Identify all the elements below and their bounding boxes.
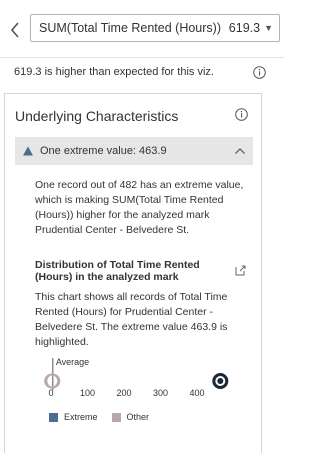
info-icon[interactable] bbox=[253, 66, 266, 79]
chevron-up-icon bbox=[235, 148, 245, 154]
caret-down-icon: ▼ bbox=[264, 23, 273, 33]
back-button[interactable] bbox=[6, 19, 24, 41]
distribution-description: This chart shows all records of Total Ti… bbox=[35, 291, 228, 348]
legend-label-other: Other bbox=[126, 412, 150, 422]
axis-tick-label: 300 bbox=[153, 388, 168, 398]
measure-dropdown-value: 619.3 bbox=[228, 21, 261, 35]
legend-item-other: Other bbox=[111, 412, 150, 422]
chart-legend: Extreme Other bbox=[49, 412, 163, 422]
underlying-characteristics-card: Underlying Characteristics One extreme v… bbox=[4, 93, 262, 453]
average-label: Average bbox=[56, 357, 89, 367]
axis-tick-label: 200 bbox=[116, 388, 131, 398]
distribution-title: Distribution of Total Time Rented (Hours… bbox=[35, 259, 200, 283]
axis-tick-label: 0 bbox=[48, 388, 53, 398]
info-icon[interactable] bbox=[235, 108, 248, 121]
card-title: Underlying Characteristics bbox=[15, 108, 179, 124]
legend-swatch-other bbox=[111, 412, 121, 422]
axis-tick-label: 100 bbox=[80, 388, 95, 398]
axis-tick-label: 400 bbox=[189, 388, 204, 398]
point-extreme-core bbox=[217, 378, 224, 384]
open-external-icon[interactable] bbox=[234, 264, 247, 277]
measure-dropdown-label: SUM(Total Time Rented (Hours)) bbox=[39, 21, 221, 35]
section-description: One record out of 482 has an extreme val… bbox=[35, 179, 244, 236]
section-label: One extreme value: 463.9 bbox=[40, 145, 167, 157]
extreme-value-section-header[interactable]: One extreme value: 463.9 bbox=[15, 137, 253, 165]
measure-dropdown[interactable]: SUM(Total Time Rented (Hours)) 619.3 ▼ bbox=[30, 14, 280, 42]
chevron-left-icon bbox=[10, 22, 19, 38]
legend-label-extreme: Extreme bbox=[64, 412, 98, 422]
summary-text: 619.3 is higher than expected for this v… bbox=[14, 66, 214, 78]
legend-item-extreme: Extreme bbox=[49, 412, 98, 422]
legend-swatch-extreme bbox=[49, 412, 58, 422]
warning-triangle-icon bbox=[23, 146, 33, 156]
header: SUM(Total Time Rented (Hours)) 619.3 ▼ bbox=[0, 0, 284, 58]
